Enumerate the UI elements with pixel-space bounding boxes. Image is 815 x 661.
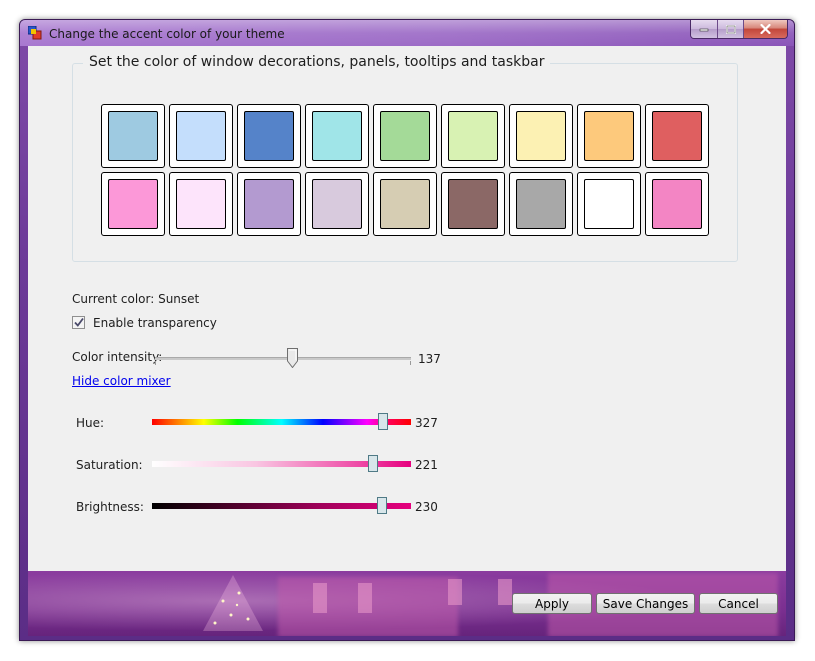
dialog-footer: Apply Save Changes Cancel bbox=[28, 571, 786, 636]
swatch-grid bbox=[101, 104, 709, 236]
intensity-tick-max bbox=[410, 361, 411, 365]
color-swatch-fill bbox=[244, 179, 294, 229]
saturation-value: 221 bbox=[415, 458, 438, 472]
background-window bbox=[313, 583, 327, 613]
color-swatch-fill bbox=[380, 179, 430, 229]
dialog-client-area: Set the color of window decorations, pan… bbox=[28, 46, 786, 571]
color-swatch[interactable] bbox=[169, 104, 233, 168]
color-swatch-fill bbox=[448, 111, 498, 161]
window-title: Change the accent color of your theme bbox=[49, 27, 285, 41]
color-swatch[interactable] bbox=[645, 104, 709, 168]
hue-label: Hue: bbox=[76, 416, 105, 430]
color-swatch[interactable] bbox=[169, 172, 233, 236]
saturation-slider-thumb[interactable] bbox=[368, 455, 378, 472]
color-swatch[interactable] bbox=[645, 172, 709, 236]
minimize-button[interactable] bbox=[691, 20, 717, 38]
color-swatch-fill bbox=[652, 179, 702, 229]
color-swatch[interactable] bbox=[373, 172, 437, 236]
color-swatch-fill bbox=[108, 111, 158, 161]
intensity-slider-track[interactable] bbox=[155, 357, 411, 360]
color-swatch-fill bbox=[176, 179, 226, 229]
intensity-tick-min bbox=[155, 361, 156, 365]
group-title: Set the color of window decorations, pan… bbox=[83, 54, 551, 70]
color-swatch[interactable] bbox=[373, 104, 437, 168]
checkmark-icon bbox=[74, 317, 84, 327]
background-window bbox=[498, 579, 512, 605]
app-icon bbox=[28, 26, 42, 40]
color-swatch[interactable] bbox=[441, 104, 505, 168]
color-swatch-fill bbox=[584, 179, 634, 229]
background-window bbox=[448, 579, 462, 605]
apply-button[interactable]: Apply bbox=[512, 593, 592, 614]
color-swatch-group: Set the color of window decorations, pan… bbox=[72, 54, 738, 262]
hue-value: 327 bbox=[415, 416, 438, 430]
color-swatch-fill bbox=[584, 111, 634, 161]
color-swatch-fill bbox=[312, 111, 362, 161]
saturation-label: Saturation: bbox=[76, 458, 143, 472]
color-swatch[interactable] bbox=[101, 104, 165, 168]
intensity-label: Color intensity: bbox=[72, 350, 163, 364]
hue-slider-thumb[interactable] bbox=[378, 413, 388, 430]
minimize-icon bbox=[699, 28, 709, 32]
color-swatch[interactable] bbox=[237, 172, 301, 236]
color-swatch[interactable] bbox=[509, 104, 573, 168]
hue-slider-track[interactable] bbox=[152, 419, 411, 425]
color-swatch-fill bbox=[176, 111, 226, 161]
color-swatch[interactable] bbox=[509, 172, 573, 236]
maximize-button[interactable] bbox=[717, 20, 743, 38]
color-swatch[interactable] bbox=[577, 104, 641, 168]
close-icon bbox=[760, 24, 771, 34]
transparency-label: Enable transparency bbox=[93, 316, 217, 330]
intensity-slider-thumb[interactable] bbox=[287, 348, 298, 368]
color-swatch[interactable] bbox=[305, 104, 369, 168]
brightness-slider-track[interactable] bbox=[152, 503, 411, 509]
title-bar[interactable]: Change the accent color of your theme bbox=[20, 20, 794, 46]
brightness-slider-thumb[interactable] bbox=[377, 497, 387, 514]
color-swatch-fill bbox=[516, 111, 566, 161]
christmas-tree-decoration bbox=[203, 575, 263, 631]
save-changes-button[interactable]: Save Changes bbox=[596, 593, 695, 614]
color-swatch-fill bbox=[448, 179, 498, 229]
accent-color-dialog: Change the accent color of your theme Se… bbox=[19, 19, 795, 641]
maximize-icon bbox=[725, 24, 736, 34]
caption-buttons bbox=[690, 20, 788, 39]
color-swatch-fill bbox=[380, 111, 430, 161]
hide-color-mixer-link[interactable]: Hide color mixer bbox=[72, 374, 171, 388]
color-swatch-fill bbox=[652, 111, 702, 161]
color-swatch-fill bbox=[108, 179, 158, 229]
intensity-value: 137 bbox=[418, 352, 441, 366]
color-swatch[interactable] bbox=[441, 172, 505, 236]
brightness-label: Brightness: bbox=[76, 500, 144, 514]
color-swatch[interactable] bbox=[101, 172, 165, 236]
color-swatch-fill bbox=[312, 179, 362, 229]
close-button[interactable] bbox=[743, 20, 787, 38]
color-swatch[interactable] bbox=[237, 104, 301, 168]
color-swatch-fill bbox=[244, 111, 294, 161]
color-swatch[interactable] bbox=[305, 172, 369, 236]
cancel-button[interactable]: Cancel bbox=[699, 593, 778, 614]
brightness-value: 230 bbox=[415, 500, 438, 514]
current-color-label: Current color: Sunset bbox=[72, 292, 200, 306]
transparency-checkbox[interactable] bbox=[72, 316, 85, 329]
background-window bbox=[358, 583, 372, 613]
color-swatch[interactable] bbox=[577, 172, 641, 236]
color-swatch-fill bbox=[516, 179, 566, 229]
